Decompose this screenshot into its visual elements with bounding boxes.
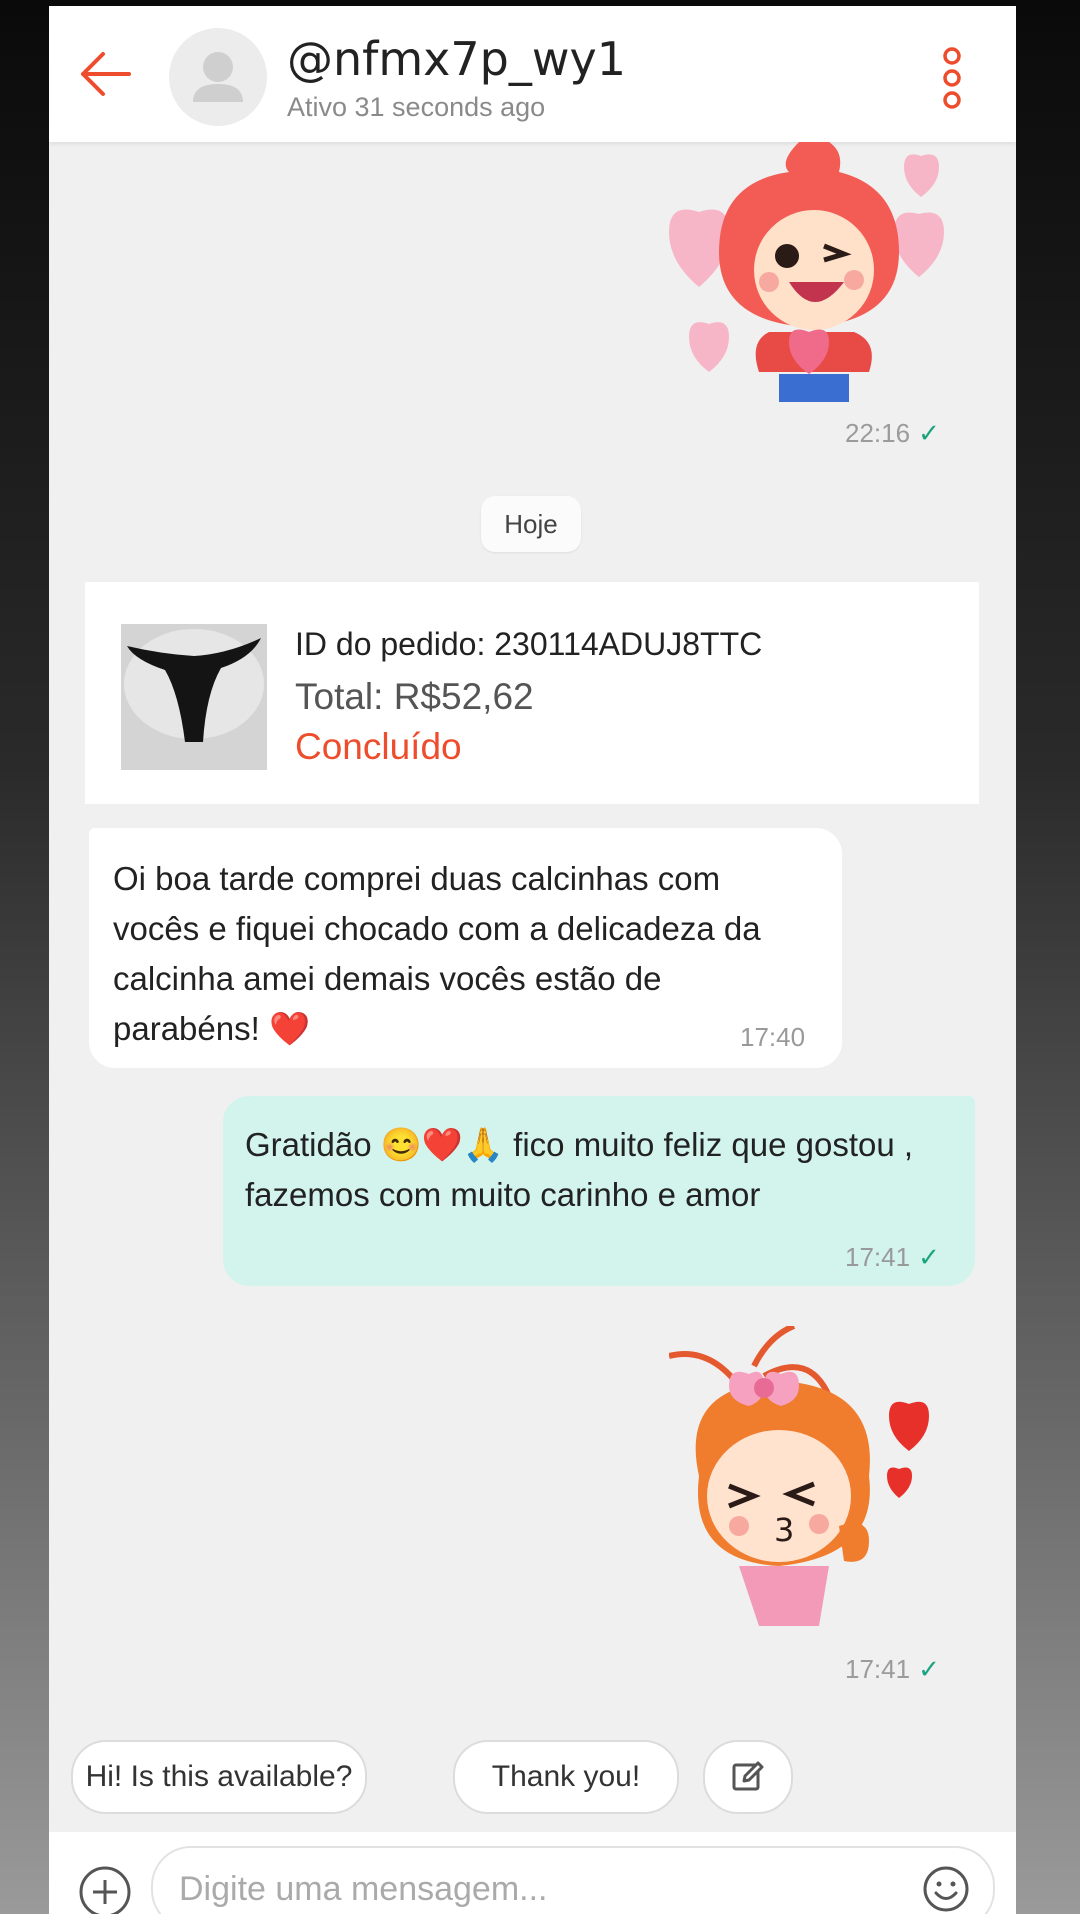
- message-input[interactable]: [177, 1866, 881, 1912]
- edit-icon: [732, 1761, 764, 1791]
- message-time: 17:41 ✓: [845, 1654, 940, 1685]
- check-icon: ✓: [918, 418, 940, 448]
- message-time: 17:41 ✓: [845, 1242, 940, 1273]
- avatar[interactable]: [169, 28, 267, 126]
- time-text: 17:41: [845, 1654, 911, 1684]
- message-text: Oi boa tarde comprei duas calcinhas com …: [113, 860, 761, 1047]
- message-time: 22:16 ✓: [845, 418, 940, 449]
- check-icon: ✓: [918, 1242, 940, 1272]
- chat-header: @nfmx7p_wy1 Ativo 31 seconds ago: [49, 6, 1016, 142]
- message-input-container: [151, 1846, 995, 1914]
- quick-replies-bar: Hi! Is this available? Thank you!: [49, 1712, 1016, 1832]
- svg-text:3: 3: [774, 1511, 794, 1549]
- edit-quick-replies-button[interactable]: [703, 1740, 793, 1814]
- online-status: Ativo 31 seconds ago: [287, 92, 546, 122]
- order-total: Total: R$52,62: [295, 676, 534, 717]
- attach-button[interactable]: [77, 1864, 133, 1914]
- composer-bar: [49, 1832, 1016, 1914]
- outgoing-message[interactable]: Gratidão 😊❤️🙏 fico muito feliz que gosto…: [223, 1096, 975, 1286]
- sticker-image: [669, 142, 944, 402]
- back-arrow-icon: [81, 52, 131, 96]
- chat-username: @nfmx7p_wy1: [287, 32, 626, 86]
- time-text: 22:16: [845, 418, 911, 448]
- order-card[interactable]: ID do pedido: 230114ADUJ8TTC Total: R$52…: [85, 582, 979, 804]
- more-options-button[interactable]: [937, 46, 967, 110]
- emoji-button[interactable]: [921, 1864, 971, 1914]
- plus-icon: [79, 1866, 131, 1914]
- time-text: 17:41: [845, 1242, 911, 1272]
- message-time: 17:40: [740, 1022, 806, 1052]
- back-button[interactable]: [75, 44, 135, 104]
- order-status: Concluído: [295, 726, 462, 767]
- quick-reply-thank-you[interactable]: Thank you!: [453, 1740, 679, 1814]
- message-text: Gratidão 😊❤️🙏 fico muito feliz que gosto…: [245, 1126, 914, 1213]
- order-id: ID do pedido: 230114ADUJ8TTC: [295, 626, 763, 662]
- incoming-message[interactable]: Oi boa tarde comprei duas calcinhas com …: [89, 828, 842, 1068]
- product-thumbnail[interactable]: [121, 624, 267, 770]
- avatar-placeholder-icon: [193, 52, 243, 102]
- quick-reply-available[interactable]: Hi! Is this available?: [71, 1740, 367, 1814]
- date-separator: Hoje: [481, 496, 581, 552]
- sticker-image: 3: [668, 1323, 929, 1626]
- emoji-icon: [923, 1866, 969, 1912]
- product-image: [121, 624, 267, 770]
- more-vertical-icon: [943, 47, 961, 109]
- love-sticker[interactable]: [649, 142, 969, 402]
- chat-screen: @nfmx7p_wy1 Ativo 31 seconds ago 22:16 ✓…: [49, 6, 1016, 1914]
- kiss-sticker[interactable]: 3: [668, 1323, 989, 1626]
- check-icon: ✓: [918, 1654, 940, 1684]
